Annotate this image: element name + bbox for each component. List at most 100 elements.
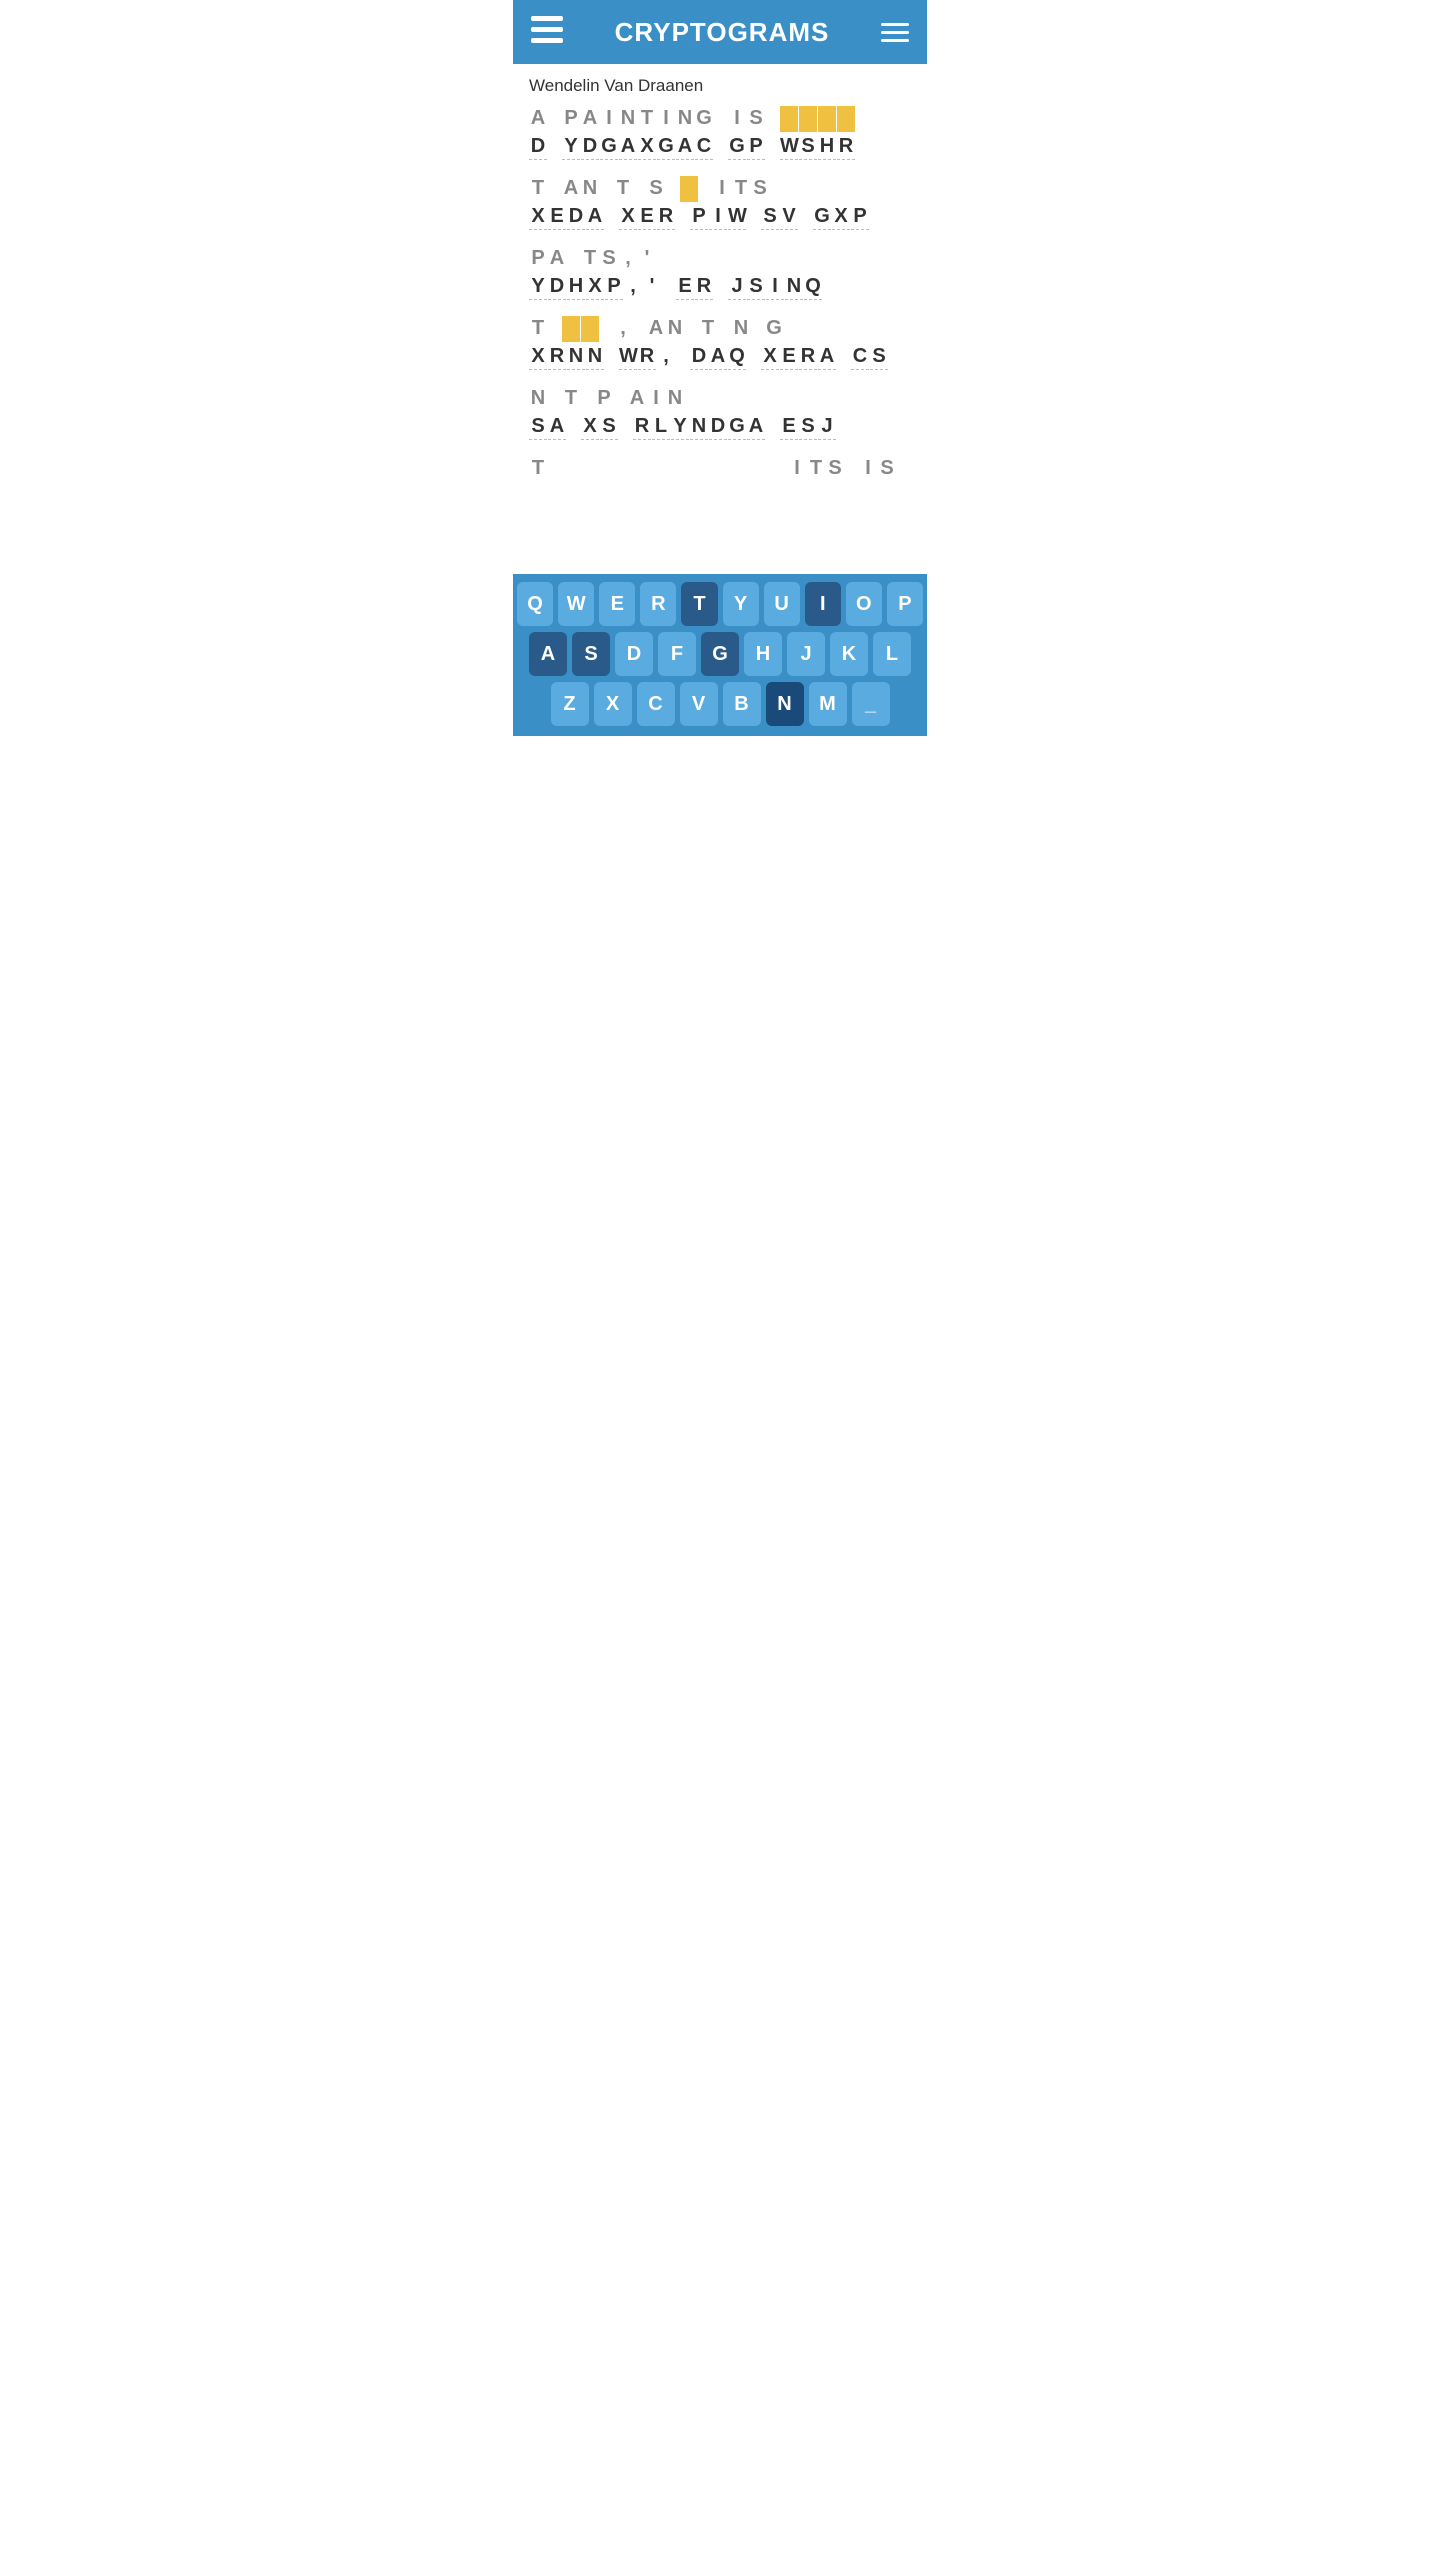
sol-char[interactable]: , <box>625 246 631 272</box>
cipher-char[interactable]: S <box>799 134 817 160</box>
cipher-char[interactable]: I <box>709 204 727 230</box>
cipher-char[interactable]: R <box>837 134 855 160</box>
sol-char[interactable]: T <box>617 176 629 202</box>
cipher-char[interactable]: N <box>567 344 585 370</box>
cipher-char[interactable]: G <box>728 134 746 160</box>
cipher-char[interactable]: Y <box>562 134 580 160</box>
key-X[interactable]: X <box>594 682 632 726</box>
cipher-char[interactable]: E <box>780 414 798 440</box>
key-I[interactable]: I <box>805 582 841 626</box>
sol-char[interactable]: , <box>620 316 626 342</box>
sol-char[interactable]: T <box>810 456 822 482</box>
key-N[interactable]: N <box>766 682 804 726</box>
sol-char[interactable]: T <box>532 316 544 342</box>
cipher-char[interactable]: E <box>638 204 656 230</box>
sol-char[interactable]: S <box>828 456 841 482</box>
sol-char[interactable]: N <box>734 316 748 342</box>
key-H[interactable]: H <box>744 632 782 676</box>
cipher-char[interactable]: Q <box>804 274 822 300</box>
cipher-char[interactable]: , <box>657 344 675 370</box>
cipher-char[interactable]: S <box>747 274 765 300</box>
sol-char-highlighted[interactable] <box>581 316 599 342</box>
cipher-char[interactable]: ' <box>643 274 661 300</box>
cipher-char[interactable]: A <box>548 414 566 440</box>
sol-char-highlighted[interactable] <box>680 176 698 202</box>
key-D[interactable]: D <box>615 632 653 676</box>
cipher-char[interactable]: S <box>529 414 547 440</box>
key-O[interactable]: O <box>846 582 882 626</box>
sol-char[interactable]: I <box>663 106 669 132</box>
cipher-char[interactable]: I <box>766 274 784 300</box>
sol-char[interactable]: G <box>766 316 782 342</box>
cipher-char[interactable]: S <box>870 344 888 370</box>
cipher-char[interactable]: P <box>690 204 708 230</box>
cipher-char[interactable]: X <box>529 344 547 370</box>
cipher-char[interactable]: W <box>780 134 798 160</box>
cipher-char[interactable]: S <box>761 204 779 230</box>
key-C[interactable]: C <box>637 682 675 726</box>
cipher-char[interactable]: X <box>638 134 656 160</box>
cipher-char[interactable]: G <box>813 204 831 230</box>
sol-char[interactable]: T <box>565 386 577 412</box>
cipher-char[interactable]: X <box>832 204 850 230</box>
sol-char[interactable]: I <box>734 106 740 132</box>
key-E[interactable]: E <box>599 582 635 626</box>
sol-char[interactable]: I <box>865 456 871 482</box>
cipher-char[interactable]: Y <box>671 414 689 440</box>
cipher-char[interactable]: A <box>619 134 637 160</box>
sol-char[interactable]: T <box>584 246 596 272</box>
cipher-char[interactable]: G <box>728 414 746 440</box>
cipher-char[interactable]: R <box>657 204 675 230</box>
cipher-char[interactable]: P <box>851 204 869 230</box>
cipher-char[interactable]: R <box>695 274 713 300</box>
cipher-char[interactable]: X <box>529 204 547 230</box>
sol-char[interactable]: G <box>696 106 712 132</box>
sol-char[interactable]: N <box>668 386 682 412</box>
cipher-char[interactable]: S <box>600 414 618 440</box>
cipher-char[interactable]: G <box>600 134 618 160</box>
sol-char[interactable]: N <box>583 176 597 202</box>
cipher-char[interactable]: C <box>851 344 869 370</box>
cipher-char[interactable]: P <box>605 274 623 300</box>
sol-char[interactable]: T <box>702 316 714 342</box>
key-S[interactable]: S <box>572 632 610 676</box>
sol-char[interactable]: T <box>532 176 544 202</box>
sol-char[interactable]: I <box>606 106 612 132</box>
key-R[interactable]: R <box>640 582 676 626</box>
key-U[interactable]: U <box>764 582 800 626</box>
cipher-char[interactable]: D <box>709 414 727 440</box>
key-J[interactable]: J <box>787 632 825 676</box>
sol-char[interactable]: N <box>678 106 692 132</box>
cipher-char[interactable]: X <box>581 414 599 440</box>
key-W[interactable]: W <box>558 582 594 626</box>
sol-char-highlighted[interactable] <box>818 106 836 132</box>
key-V[interactable]: V <box>680 682 718 726</box>
sol-char[interactable]: A <box>630 386 644 412</box>
cipher-char[interactable]: R <box>638 344 656 370</box>
cipher-char[interactable]: D <box>690 344 708 370</box>
cipher-char[interactable]: D <box>529 134 547 160</box>
cipher-char[interactable]: D <box>567 204 585 230</box>
cipher-char[interactable]: D <box>548 274 566 300</box>
key-Z[interactable]: Z <box>551 682 589 726</box>
sol-char[interactable]: ' <box>645 246 650 272</box>
sol-char[interactable]: A <box>583 106 597 132</box>
cipher-char[interactable]: L <box>652 414 670 440</box>
sol-char[interactable]: T <box>532 456 544 482</box>
sol-char[interactable]: T <box>641 106 653 132</box>
key-Q[interactable]: Q <box>517 582 553 626</box>
sol-char[interactable]: P <box>597 386 610 412</box>
cipher-char[interactable]: H <box>567 274 585 300</box>
sol-char[interactable]: N <box>668 316 682 342</box>
cipher-char[interactable]: N <box>586 344 604 370</box>
key-A[interactable]: A <box>529 632 567 676</box>
key-underscore[interactable]: _ <box>852 682 890 726</box>
cipher-char[interactable]: J <box>728 274 746 300</box>
sol-char[interactable]: P <box>531 246 544 272</box>
sol-char[interactable]: I <box>719 176 725 202</box>
hamburger-icon[interactable] <box>881 23 909 42</box>
cipher-char[interactable]: E <box>548 204 566 230</box>
key-F[interactable]: F <box>658 632 696 676</box>
sol-char[interactable]: S <box>749 106 762 132</box>
cipher-char[interactable]: J <box>818 414 836 440</box>
